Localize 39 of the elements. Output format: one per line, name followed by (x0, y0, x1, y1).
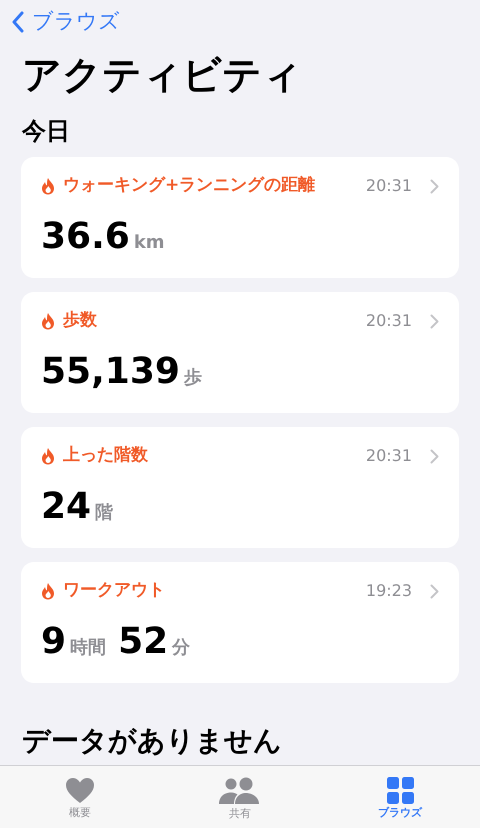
card-title: 上った階数 (63, 444, 148, 468)
back-link[interactable]: ブラウズ (32, 6, 120, 38)
people-icon (219, 777, 261, 805)
page-title: アクティビティ (21, 56, 303, 95)
flame-icon (41, 312, 55, 330)
flame-icon (41, 447, 55, 465)
tab-item[interactable]: ブラウズ (378, 807, 422, 818)
grid-icon (386, 777, 414, 804)
metric-value: 24 (41, 489, 92, 525)
metric-value: 55,139 (41, 354, 180, 390)
chevron-icon (430, 448, 439, 464)
metric-card[interactable]: 歩数 20:31 55,139 歩 (21, 292, 459, 413)
chevron-icon (430, 178, 439, 194)
flame-icon (41, 177, 55, 195)
metric-card[interactable]: ウォーキング+ランニングの距離 20:31 36.6 km (21, 157, 459, 278)
metric-card[interactable]: 上った階数 20:31 24 階 (21, 427, 459, 548)
unit-label: km (134, 231, 165, 255)
chevron-icon (430, 584, 439, 598)
unit-label: 歩 (184, 366, 202, 390)
card-title: ワークアウト (63, 579, 165, 602)
unit-label: 階 (95, 501, 114, 525)
metric-value: 36.6 (41, 219, 130, 255)
section-heading: データがありません (21, 727, 283, 755)
timestamp: 20:31 (366, 445, 412, 467)
timestamp: 20:31 (366, 310, 412, 332)
metric-value: 52 (118, 624, 168, 660)
timestamp: 19:23 (366, 580, 412, 602)
flame-icon (41, 582, 55, 600)
unit-label: 時間 (70, 636, 106, 660)
unit-label: 分 (172, 636, 190, 660)
card-title: 歩数 (63, 309, 97, 332)
metric-card[interactable]: ワークアウト 19:23 9 時間 52 分 (21, 562, 459, 683)
section-heading: 今日 (20, 119, 71, 143)
metric-value: 9 (41, 624, 66, 660)
chevron-icon (430, 314, 439, 328)
timestamp: 20:31 (366, 175, 412, 197)
card-title: ウォーキング+ランニングの距離 (63, 174, 316, 198)
back-icon[interactable] (12, 11, 24, 33)
heart-icon (65, 777, 95, 804)
